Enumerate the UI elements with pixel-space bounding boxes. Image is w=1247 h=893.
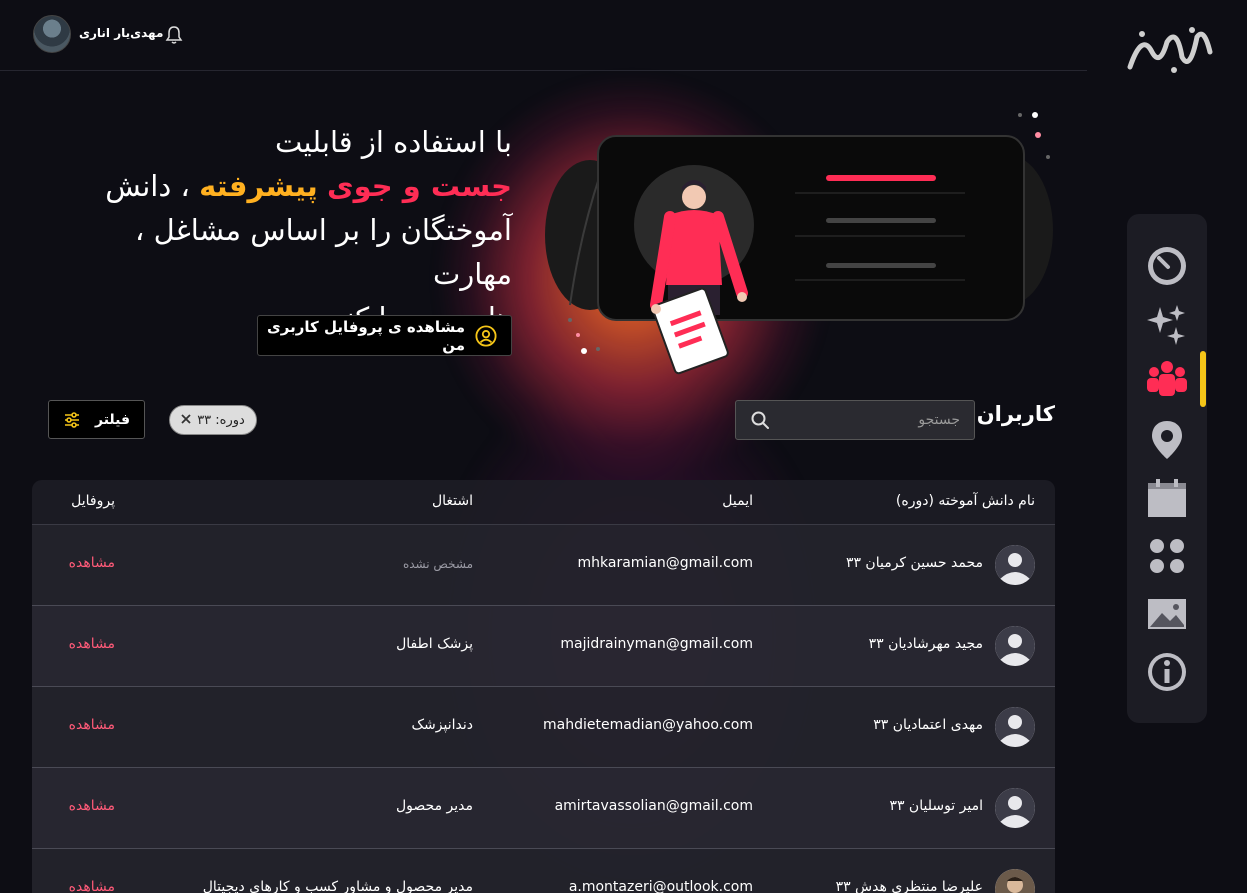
sidebar-item-locations[interactable] xyxy=(1145,418,1189,462)
sidebar-nav xyxy=(1127,214,1207,723)
sidebar-item-apps[interactable] xyxy=(1145,534,1189,578)
row-email: majidrainyman@gmail.com xyxy=(560,636,753,652)
row-name: مهدی اعتمادیان ۳۳ xyxy=(873,717,983,733)
top-bar: مهدی‌یار اناری xyxy=(0,0,1087,71)
avatar xyxy=(995,707,1035,747)
sidebar-item-about[interactable] xyxy=(1145,650,1189,694)
sliders-icon xyxy=(64,411,79,428)
hero-highlight-search: جست و جوی xyxy=(327,169,512,203)
view-profile-link[interactable]: مشاهده xyxy=(69,798,115,814)
hero-illustration xyxy=(540,105,1060,375)
row-email: a.montazeri@outlook.com xyxy=(568,879,753,893)
hero-line-1: با استفاده از قابلیت xyxy=(275,125,512,159)
table-row[interactable]: مجید مهرشادیان ۳۳ majidrainyman@gmail.co… xyxy=(32,606,1055,687)
row-job: مدیر محصول xyxy=(396,798,473,814)
active-indicator xyxy=(1200,351,1206,407)
username-label[interactable]: مهدی‌یار اناری xyxy=(79,26,163,40)
view-profile-link[interactable]: مشاهده xyxy=(69,636,115,652)
user-avatar[interactable] xyxy=(33,15,71,53)
row-job: مشخص نشده xyxy=(402,557,473,571)
sidebar-item-features[interactable] xyxy=(1145,302,1189,346)
view-profile-link[interactable]: مشاهده xyxy=(69,555,115,571)
row-name: امیر توسلیان ۳۳ xyxy=(889,798,983,814)
dashboard-gauge-icon xyxy=(1148,247,1186,285)
dots-grid-icon xyxy=(1150,539,1184,573)
table-row[interactable]: امیر توسلیان ۳۳ amirtavassolian@gmail.co… xyxy=(32,768,1055,849)
table-row[interactable]: علیرضا منتظری هدش ۳۳ a.montazeri@outlook… xyxy=(32,849,1055,893)
row-email: mhkaramian@gmail.com xyxy=(577,555,754,571)
hero-line-2-rest: ، دانش xyxy=(105,169,190,203)
brand-logo[interactable] xyxy=(1122,22,1217,82)
header-job: اشتغال xyxy=(431,493,473,509)
hero-heading: با استفاده از قابلیت جست و جوی پیشرفته ،… xyxy=(52,120,512,340)
filter-button-label: فیلتر xyxy=(94,411,131,428)
sidebar-item-events[interactable] xyxy=(1145,476,1189,520)
avatar xyxy=(995,545,1035,585)
location-pin-icon xyxy=(1152,421,1182,459)
filter-chip-label: دوره: ۳۳ xyxy=(197,412,245,428)
header-name: نام دانش آموخته (دوره) xyxy=(895,493,1035,509)
header-profile: پروفایل xyxy=(71,493,115,509)
view-my-profile-button[interactable]: مشاهده ی پروفایل کاربری من xyxy=(257,315,512,356)
table-header: نام دانش آموخته (دوره) ایمیل اشتغال پروف… xyxy=(32,480,1055,525)
sidebar-item-gallery[interactable] xyxy=(1145,592,1189,636)
calendar-icon xyxy=(1148,479,1186,517)
row-name: محمد حسین کرمیان ۳۳ xyxy=(845,555,983,571)
sparkles-icon xyxy=(1147,305,1185,345)
filter-button[interactable]: فیلتر xyxy=(48,400,145,439)
image-icon xyxy=(1148,599,1186,629)
users-section-title: کاربران xyxy=(976,402,1055,426)
search-box[interactable] xyxy=(735,400,975,440)
sidebar-item-users[interactable] xyxy=(1145,358,1189,402)
sidebar-item-dashboard[interactable] xyxy=(1145,244,1189,288)
view-my-profile-label: مشاهده ی پروفایل کاربری من xyxy=(267,317,466,354)
avatar xyxy=(995,869,1035,893)
hero-line-2: جست و جوی پیشرفته ، دانش xyxy=(52,164,512,208)
users-group-icon xyxy=(1147,361,1187,396)
users-table: نام دانش آموخته (دوره) ایمیل اشتغال پروف… xyxy=(32,480,1055,893)
hero-line-3: آموختگان را بر اساس مشاغل ، مهارت xyxy=(135,213,512,291)
row-email: amirtavassolian@gmail.com xyxy=(554,798,753,814)
hero-highlight-advanced: پیشرفته xyxy=(199,169,318,203)
row-name: مجید مهرشادیان ۳۳ xyxy=(868,636,983,652)
search-icon[interactable] xyxy=(750,410,770,430)
row-job: پزشک اطفال xyxy=(396,636,473,652)
header-email: ایمیل xyxy=(722,493,753,509)
close-icon[interactable] xyxy=(181,413,191,428)
view-profile-link[interactable]: مشاهده xyxy=(69,717,115,733)
filter-chip[interactable]: دوره: ۳۳ xyxy=(169,405,257,435)
user-circle-icon xyxy=(475,324,497,347)
row-job: دندانپزشک xyxy=(411,717,473,733)
search-input[interactable] xyxy=(770,412,960,428)
table-row[interactable]: محمد حسین کرمیان ۳۳ mhkaramian@gmail.com… xyxy=(32,525,1055,606)
view-profile-link[interactable]: مشاهده xyxy=(69,879,115,893)
table-row[interactable]: مهدی اعتمادیان ۳۳ mahdietemadian@yahoo.c… xyxy=(32,687,1055,768)
avatar xyxy=(995,788,1035,828)
row-name: علیرضا منتظری هدش ۳۳ xyxy=(835,879,983,893)
logo-mark xyxy=(1127,27,1213,73)
row-email: mahdietemadian@yahoo.com xyxy=(543,717,753,733)
info-icon xyxy=(1148,653,1186,691)
avatar xyxy=(995,626,1035,666)
row-job: مدیر محصول و مشاور کسب و کارهای دیجیتال xyxy=(202,879,473,893)
bell-icon[interactable] xyxy=(165,25,183,45)
